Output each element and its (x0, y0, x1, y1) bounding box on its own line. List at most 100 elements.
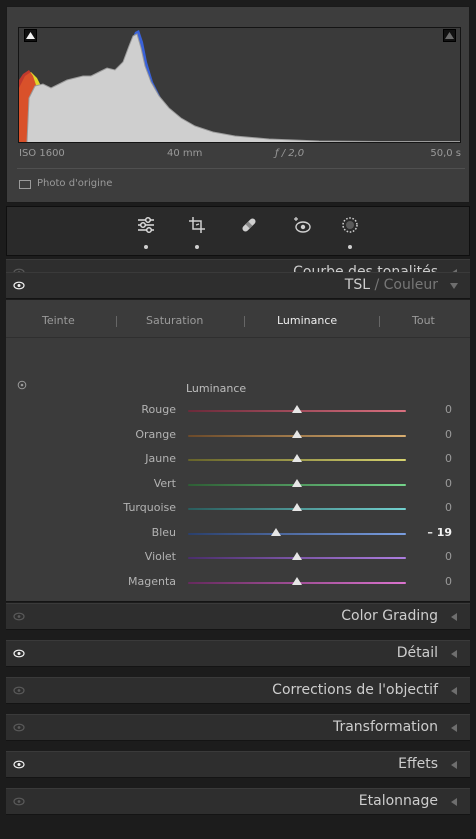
eye-icon[interactable] (13, 686, 25, 695)
tsl-panel: Teinte Saturation Luminance Tout Luminan… (6, 300, 470, 602)
section-tsl[interactable]: TSL / Couleur (6, 272, 470, 299)
collapse-arrow-icon[interactable] (449, 723, 459, 733)
eye-icon[interactable] (13, 797, 25, 806)
active-indicator (144, 245, 148, 249)
section-lens-corrections[interactable]: Corrections de l'objectif (6, 677, 470, 704)
slider-label: Turquoise (123, 501, 176, 514)
shadow-clipping-toggle[interactable] (24, 29, 37, 42)
red-eye-tool[interactable] (288, 215, 316, 251)
slider-bleu[interactable]: Bleu – 19 (6, 525, 470, 545)
tool-strip (6, 206, 470, 256)
tab-all[interactable]: Tout (412, 314, 435, 327)
section-title: TSL / Couleur (345, 277, 438, 293)
eye-icon[interactable] (13, 649, 25, 658)
section-color-grading[interactable]: Color Grading (6, 603, 470, 630)
slider-value[interactable]: 0 (445, 403, 452, 416)
collapse-arrow-icon[interactable] (449, 797, 459, 807)
slider-vert[interactable]: Vert 0 (6, 476, 470, 496)
masking-tool[interactable] (336, 215, 364, 251)
slider-track[interactable] (188, 532, 406, 535)
slider-value[interactable]: 0 (445, 477, 452, 490)
slider-rouge[interactable]: Rouge 0 (6, 402, 470, 422)
slider-label: Magenta (127, 574, 176, 588)
tab-luminance[interactable]: Luminance (277, 314, 337, 327)
tab-saturation[interactable]: Saturation (146, 314, 203, 327)
original-photo-label: Photo d'origine (37, 178, 113, 189)
histogram-panel: ISO 1600 40 mm ƒ / 2,0 50,0 s Photo d'or… (6, 6, 470, 203)
slider-thumb[interactable] (292, 576, 302, 585)
color-title[interactable]: Couleur (384, 277, 438, 293)
exif-info: ISO 1600 40 mm ƒ / 2,0 50,0 s (19, 148, 461, 162)
section-title: Transformation (332, 719, 438, 735)
slider-value[interactable]: 0 (445, 428, 452, 441)
slider-value[interactable]: 0 (445, 501, 452, 514)
section-title: Corrections de l'objectif (272, 682, 438, 698)
sliders-icon (138, 216, 154, 234)
mask-icon (342, 217, 358, 233)
slider-label: Bleu (151, 525, 176, 539)
section-title: Color Grading (341, 608, 438, 624)
tsl-title[interactable]: TSL (345, 277, 370, 293)
slider-turquoise[interactable]: Turquoise 0 (6, 500, 470, 520)
title-separator: / (370, 277, 384, 293)
eye-icon[interactable] (13, 281, 25, 290)
active-indicator (195, 245, 199, 249)
section-transformation[interactable]: Transformation (6, 714, 470, 741)
eye-icon[interactable] (13, 723, 25, 732)
slider-violet[interactable]: Violet 0 (6, 549, 470, 569)
slider-thumb[interactable] (292, 503, 302, 511)
slider-label: Rouge (141, 403, 176, 416)
slider-label: Jaune (145, 452, 176, 465)
eye-icon[interactable] (13, 760, 25, 769)
slider-jaune[interactable]: Jaune 0 (6, 451, 470, 471)
crop-tool[interactable] (183, 215, 211, 251)
exif-shutter-speed: 50,0 s (430, 148, 461, 159)
bandage-icon (242, 218, 256, 232)
slider-thumb[interactable] (292, 478, 302, 487)
eye-icon[interactable] (13, 612, 25, 621)
luminance-heading: Luminance (186, 382, 247, 395)
target-adjustment-icon[interactable] (17, 380, 27, 390)
slider-value[interactable]: 0 (445, 575, 452, 588)
slider-label: Orange (135, 427, 176, 441)
section-calibration[interactable]: Etalonnage (6, 788, 470, 815)
expand-arrow-icon[interactable] (449, 281, 459, 291)
edit-tool[interactable] (132, 215, 160, 251)
slider-value[interactable]: 0 (445, 550, 452, 563)
active-indicator (348, 245, 352, 249)
slider-thumb[interactable] (292, 454, 302, 462)
collapse-arrow-icon[interactable] (449, 612, 459, 622)
divider (116, 316, 117, 327)
crop-icon (189, 217, 205, 233)
slider-value[interactable]: 0 (445, 452, 452, 465)
collapse-arrow-icon[interactable] (449, 760, 459, 770)
slider-label: Violet (144, 550, 176, 563)
red-eye-icon (294, 217, 311, 233)
section-title: Détail (396, 645, 438, 661)
slider-thumb[interactable] (292, 405, 302, 413)
section-detail[interactable]: Détail (6, 640, 470, 667)
healing-tool[interactable] (235, 215, 263, 251)
slider-label: Vert (153, 476, 176, 490)
slider-thumb[interactable] (292, 552, 302, 560)
slider-value[interactable]: – 19 (427, 526, 452, 539)
slider-thumb[interactable] (292, 429, 302, 438)
section-title: Etalonnage (358, 793, 438, 809)
divider (379, 316, 380, 327)
section-effects[interactable]: Effets (6, 751, 470, 778)
collapse-arrow-icon[interactable] (449, 686, 459, 696)
exif-iso: ISO 1600 (19, 148, 65, 159)
divider (17, 168, 465, 169)
collapse-arrow-icon[interactable] (449, 649, 459, 659)
tab-hue[interactable]: Teinte (42, 314, 75, 327)
divider (244, 316, 245, 327)
checkbox-icon[interactable] (19, 180, 31, 189)
slider-thumb[interactable] (271, 527, 282, 536)
exif-focal-length: 40 mm (167, 148, 203, 159)
slider-orange[interactable]: Orange 0 (6, 427, 470, 447)
histogram-graph[interactable] (18, 27, 461, 143)
section-title: Effets (398, 756, 438, 772)
slider-magenta[interactable]: Magenta 0 (6, 574, 470, 594)
highlight-clipping-toggle[interactable] (443, 29, 456, 42)
exif-aperture: ƒ / 2,0 (275, 148, 305, 159)
